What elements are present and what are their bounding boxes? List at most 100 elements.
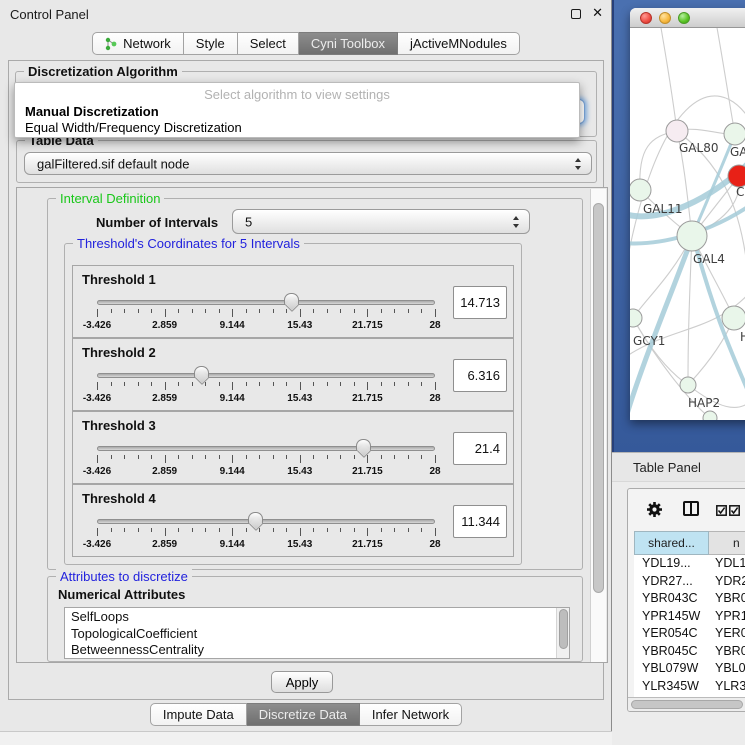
table-cell[interactable]: YBR0: [709, 590, 745, 608]
threshold-slider[interactable]: -3.4262.8599.14415.4321.71528: [97, 365, 435, 411]
network-node[interactable]: [703, 411, 717, 420]
network-node[interactable]: [722, 306, 745, 330]
table-cell[interactable]: YBL0: [709, 660, 745, 678]
table-cell[interactable]: YDR27...: [634, 573, 709, 591]
list-scrollbar-thumb[interactable]: [559, 609, 568, 649]
numerical-attributes-list[interactable]: SelfLoopsTopologicalCoefficientBetweenne…: [64, 607, 570, 659]
network-node[interactable]: [630, 309, 642, 327]
table-row[interactable]: YDL19...YDL1: [634, 555, 745, 573]
tab-jactivemnodules[interactable]: jActiveMNodules: [398, 32, 520, 55]
threshold-value-field[interactable]: 11.344: [453, 505, 507, 538]
table-row[interactable]: YBR045CYBR0: [634, 643, 745, 661]
table-row[interactable]: YLR345WYLR3: [634, 678, 745, 696]
slider-thumb[interactable]: [194, 366, 209, 378]
column-header-name[interactable]: n: [709, 531, 745, 555]
tab-cyni-toolbox[interactable]: Cyni Toolbox: [299, 32, 398, 55]
table-cell[interactable]: YPR1: [709, 608, 745, 626]
table-cell[interactable]: YDL19...: [634, 555, 709, 573]
table-cell[interactable]: YDR2: [709, 573, 745, 591]
number-of-intervals-combobox[interactable]: 5: [232, 209, 530, 234]
checkbox-icon[interactable]: [716, 505, 727, 516]
table-cell[interactable]: YER054C: [634, 625, 709, 643]
tab-style[interactable]: Style: [184, 32, 238, 55]
tab-select[interactable]: Select: [238, 32, 299, 55]
threshold-value-field[interactable]: 21.4: [453, 432, 507, 465]
table-cell[interactable]: YPR145W: [634, 608, 709, 626]
tab-network[interactable]: Network: [92, 32, 184, 55]
network-window-titlebar[interactable]: [630, 8, 745, 28]
table-row[interactable]: YER054CYER0: [634, 625, 745, 643]
attributes-group-title: Attributes to discretize: [56, 569, 192, 584]
checkbox-icon[interactable]: [729, 505, 740, 516]
network-node[interactable]: [630, 179, 651, 201]
network-node[interactable]: [724, 123, 745, 145]
table-hscrollbar[interactable]: [628, 697, 745, 711]
network-edge[interactable]: [716, 28, 735, 134]
tab-infer-network[interactable]: Infer Network: [360, 703, 462, 726]
minimize-traffic-light-icon[interactable]: [659, 12, 671, 24]
settings-scrollbar-thumb[interactable]: [593, 203, 604, 593]
threshold-value-field[interactable]: 14.713: [453, 286, 507, 319]
network-edge[interactable]: [660, 28, 677, 131]
table-row[interactable]: YBL079WYBL0: [634, 660, 745, 678]
threshold-slider[interactable]: -3.4262.8599.14415.4321.71528: [97, 438, 435, 484]
zoom-traffic-light-icon[interactable]: [678, 12, 690, 24]
threshold-value-field[interactable]: 6.316: [453, 359, 507, 392]
table-row[interactable]: YPR145WYPR1: [634, 608, 745, 626]
float-window-icon[interactable]: [571, 9, 581, 19]
threshold-panel: Threshold 1 -3.4262.8599.14415.4321.7152…: [72, 265, 514, 338]
apply-button[interactable]: Apply: [271, 671, 333, 693]
column-header-shared-name[interactable]: shared...: [634, 531, 709, 555]
close-icon[interactable]: ✕: [592, 5, 603, 21]
network-node[interactable]: [680, 377, 696, 393]
settings-scrollbar[interactable]: [590, 189, 606, 663]
attribute-list-item[interactable]: SelfLoops: [71, 609, 555, 626]
network-node-label: H: [740, 330, 745, 344]
table-cell[interactable]: YBR0: [709, 643, 745, 661]
table-cell[interactable]: YLR345W: [634, 678, 709, 696]
table-cell[interactable]: YLR3: [709, 678, 745, 696]
dropdown-option-equal-width[interactable]: Equal Width/Frequency Discretization: [25, 120, 242, 135]
table-cell[interactable]: YBR045C: [634, 643, 709, 661]
slider-track[interactable]: [97, 446, 435, 451]
tab-impute-data[interactable]: Impute Data: [150, 703, 247, 726]
table-cell[interactable]: YER0: [709, 625, 745, 643]
network-node-label: C: [736, 185, 744, 199]
table-panel-titlebar: Table Panel: [612, 452, 745, 482]
table-hscrollbar-thumb[interactable]: [631, 700, 743, 709]
slider-thumb[interactable]: [356, 439, 371, 451]
slider-track[interactable]: [97, 300, 435, 305]
numerical-attributes-label: Numerical Attributes: [58, 587, 185, 602]
network-canvas[interactable]: GAL80GACGAL11GAL4GCY1HHAP2: [630, 28, 745, 420]
slider-track[interactable]: [97, 373, 435, 378]
network-graph[interactable]: GAL80GACGAL11GAL4GCY1HHAP2: [630, 28, 745, 420]
network-node-label: GAL80: [679, 141, 718, 155]
threshold-slider[interactable]: -3.4262.8599.14415.4321.71528: [97, 292, 435, 338]
slider-tick-labels: -3.4262.8599.14415.4321.71528: [97, 466, 435, 478]
number-of-intervals-label: Number of Intervals: [96, 215, 218, 230]
table-row[interactable]: YDR27...YDR2: [634, 573, 745, 591]
table-data-combobox[interactable]: galFiltered.sif default node: [24, 152, 592, 175]
network-node[interactable]: [666, 120, 688, 142]
network-node[interactable]: [728, 165, 745, 187]
network-edge[interactable]: [688, 236, 692, 385]
slider-thumb[interactable]: [284, 293, 299, 305]
table-row[interactable]: YBR043CYBR0: [634, 590, 745, 608]
table-cell[interactable]: YDL1: [709, 555, 745, 573]
attribute-list-item[interactable]: BetweennessCentrality: [71, 642, 555, 659]
dropdown-option-manual[interactable]: Manual Discretization: [25, 104, 159, 119]
slider-thumb[interactable]: [248, 512, 263, 524]
tab-discretize-data[interactable]: Discretize Data: [247, 703, 360, 726]
bottom-tab-bar: Impute Data Discretize Data Infer Networ…: [0, 703, 612, 726]
gear-icon[interactable]: [646, 501, 663, 518]
table-cell[interactable]: YBL079W: [634, 660, 709, 678]
threshold-slider[interactable]: -3.4262.8599.14415.4321.71528: [97, 511, 435, 557]
slider-track[interactable]: [97, 519, 435, 524]
attribute-list-item[interactable]: TopologicalCoefficient: [71, 626, 555, 643]
split-columns-icon[interactable]: [683, 501, 699, 516]
list-scrollbar[interactable]: [556, 608, 569, 658]
close-traffic-light-icon[interactable]: [640, 12, 652, 24]
slider-tick-labels: -3.4262.8599.14415.4321.71528: [97, 320, 435, 332]
table-cell[interactable]: YBR043C: [634, 590, 709, 608]
network-node[interactable]: [677, 221, 707, 251]
